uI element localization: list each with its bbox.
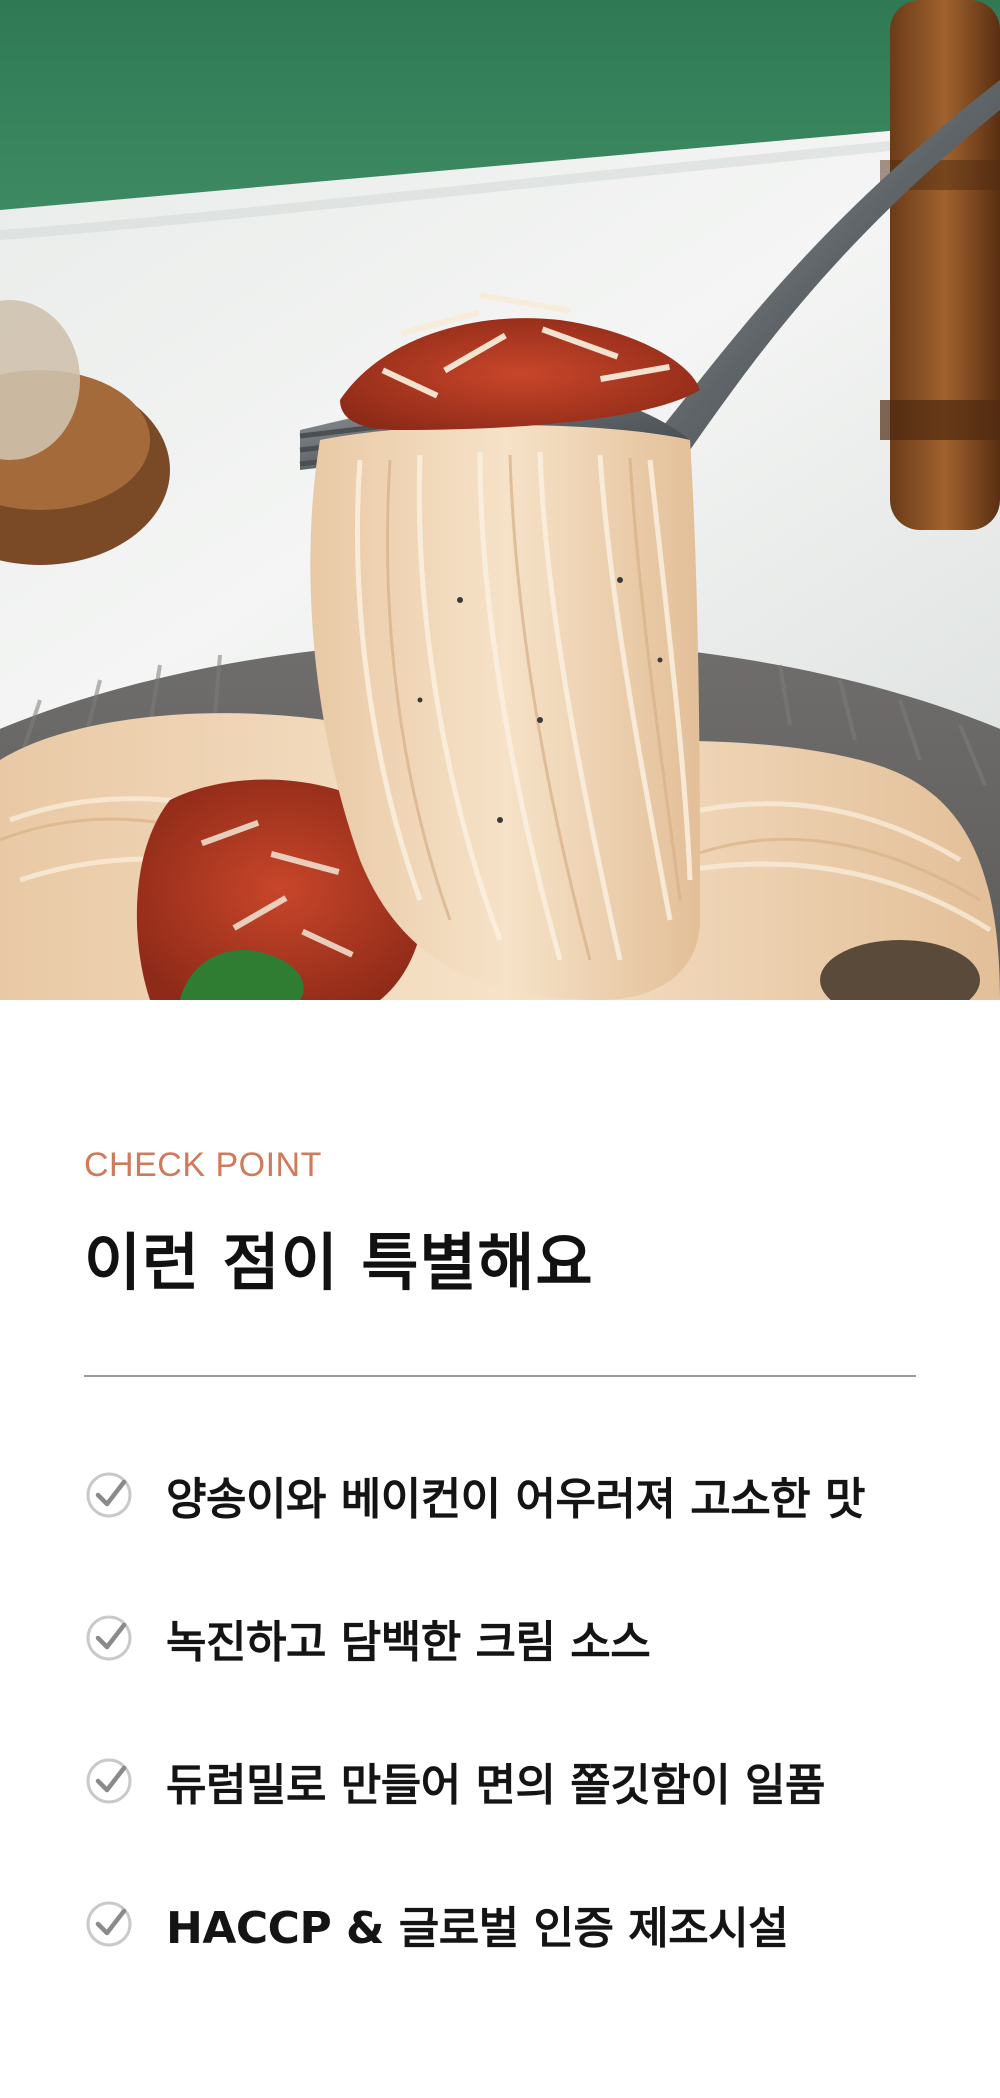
hero-image xyxy=(0,0,1000,1000)
check-circle-icon xyxy=(86,1472,132,1518)
check-circle-icon xyxy=(86,1901,132,1947)
feature-label: 양송이와 베이컨이 어우러져 고소한 맛 xyxy=(166,1474,865,1525)
pasta-fork-photo xyxy=(0,0,1000,1000)
divider xyxy=(84,1375,916,1377)
list-item: 양송이와 베이컨이 어우러져 고소한 맛 xyxy=(84,1460,916,1530)
list-item: 녹진하고 담백한 크림 소스 xyxy=(84,1603,916,1673)
feature-list: 양송이와 베이컨이 어우러져 고소한 맛 녹진하고 담백한 크림 소스 듀럼밀로… xyxy=(84,1460,916,2032)
check-circle-icon xyxy=(86,1758,132,1804)
feature-label: 녹진하고 담백한 크림 소스 xyxy=(166,1617,651,1668)
product-detail-page: CHECK POINT 이런 점이 특별해요 양송이와 베이컨이 어우러져 고소… xyxy=(0,0,1000,2098)
check-circle-icon xyxy=(86,1615,132,1661)
feature-label: HACCP & 글로벌 인증 제조시설 xyxy=(166,1903,789,1954)
section-eyebrow: CHECK POINT xyxy=(84,1146,322,1184)
section-title: 이런 점이 특별해요 xyxy=(84,1226,594,1299)
feature-label: 듀럼밀로 만들어 면의 쫄깃함이 일품 xyxy=(166,1760,825,1811)
list-item: HACCP & 글로벌 인증 제조시설 xyxy=(84,1889,916,1959)
list-item: 듀럼밀로 만들어 면의 쫄깃함이 일품 xyxy=(84,1746,916,1816)
